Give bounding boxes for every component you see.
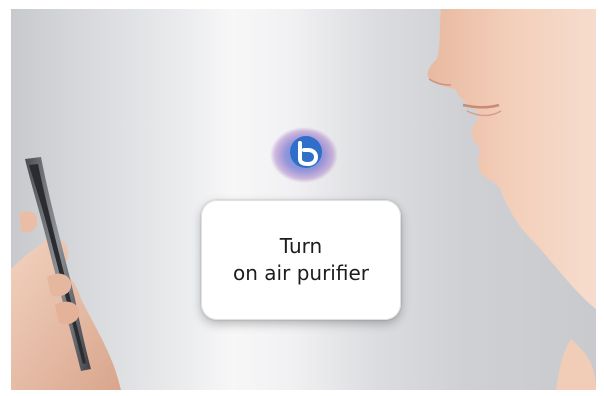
bixby-logo-icon[interactable] <box>266 119 346 189</box>
hand-with-phone-image <box>11 157 121 390</box>
woman-face-image <box>427 9 596 390</box>
promo-scene: Turn on air purifier <box>11 9 596 390</box>
voice-command-bubble: Turn on air purifier <box>201 200 401 320</box>
voice-command-line-1: Turn <box>279 234 323 258</box>
voice-command-line-2: on air purifier <box>233 261 369 285</box>
